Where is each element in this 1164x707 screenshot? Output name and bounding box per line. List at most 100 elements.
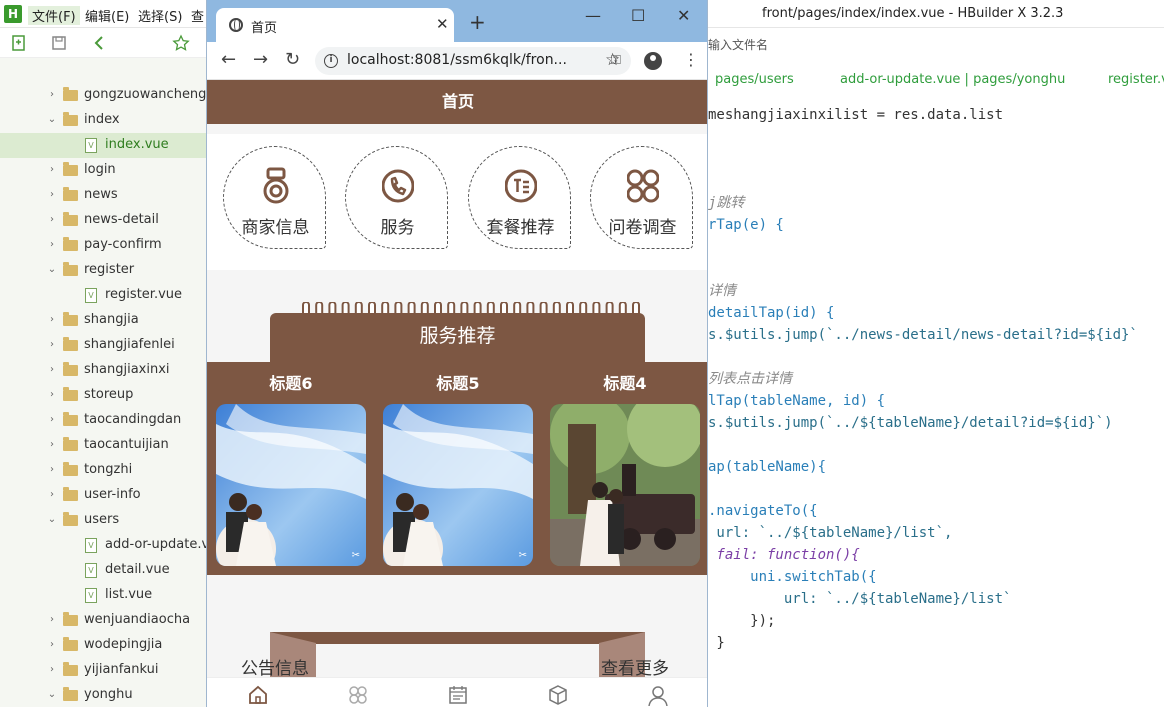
tree-item[interactable]: › taocantuijian xyxy=(0,433,206,458)
menu-edit[interactable]: 编辑(E) xyxy=(85,6,129,25)
bookmark-star-icon[interactable]: ☆ xyxy=(605,50,620,70)
menu-select[interactable]: 选择(S) xyxy=(138,6,182,25)
chevron-right-icon[interactable]: › xyxy=(46,639,58,650)
favorite-star-icon[interactable] xyxy=(172,34,190,52)
menu-file[interactable]: 文件(F) xyxy=(28,6,80,25)
tree-item[interactable]: › wodepingjia xyxy=(0,633,206,658)
chevron-right-icon[interactable]: › xyxy=(46,89,58,100)
phone-icon xyxy=(382,169,414,203)
tree-item[interactable]: Vadd-or-update.vu xyxy=(0,533,206,558)
chevron-right-icon[interactable]: › xyxy=(46,214,58,225)
tree-item[interactable]: › user-info xyxy=(0,483,206,508)
folder-icon xyxy=(63,362,78,376)
card-title[interactable]: 标题6 xyxy=(216,370,366,394)
new-file-icon[interactable] xyxy=(10,34,28,52)
url-text[interactable]: localhost:8081/ssm6kqlk/fron... xyxy=(347,52,567,68)
address-bar[interactable]: i localhost:8081/ssm6kqlk/fron... ⚿ xyxy=(315,47,631,75)
chevron-right-icon[interactable]: › xyxy=(46,414,58,425)
user-icon[interactable] xyxy=(647,684,669,706)
nav-item-survey[interactable]: 问卷调查 xyxy=(590,146,693,249)
tree-item[interactable]: Vlist.vue xyxy=(0,583,206,608)
chevron-right-icon[interactable]: › xyxy=(46,314,58,325)
chevron-right-icon[interactable]: › xyxy=(46,614,58,625)
tree-item[interactable]: › shangjiaxinxi xyxy=(0,358,206,383)
tree-item[interactable]: ⌄ users xyxy=(0,508,206,533)
card-title[interactable]: 标题4 xyxy=(550,370,700,394)
tree-item[interactable]: › news-detail xyxy=(0,208,206,233)
browser-tab[interactable]: 首页 ✕ xyxy=(216,8,454,42)
nav-item-service[interactable]: 服务 xyxy=(345,146,448,249)
tree-item[interactable]: Vregister.vue xyxy=(0,283,206,308)
new-tab-icon[interactable]: + xyxy=(469,12,486,32)
tree-item[interactable]: › news xyxy=(0,183,206,208)
tree-item[interactable]: › yijianfankui xyxy=(0,658,206,683)
tree-item-label: index.vue xyxy=(105,137,169,152)
tree-item-label: taocantuijian xyxy=(84,437,169,452)
forward-arrow-icon[interactable]: → xyxy=(253,50,268,70)
chevron-right-icon[interactable]: › xyxy=(46,389,58,400)
profile-icon[interactable] xyxy=(644,52,662,70)
close-tab-icon[interactable]: ✕ xyxy=(436,15,449,33)
tree-item[interactable]: › taocandingdan xyxy=(0,408,206,433)
chevron-down-icon[interactable]: ⌄ xyxy=(46,264,58,275)
tree-item[interactable]: › storeup xyxy=(0,383,206,408)
tree-item[interactable]: › tongzhi xyxy=(0,458,206,483)
code-line: detailTap(id) { xyxy=(708,305,835,321)
home-icon[interactable] xyxy=(247,684,269,706)
maximize-icon[interactable]: ☐ xyxy=(631,6,645,25)
menu-find[interactable]: 查 xyxy=(191,6,204,25)
tree-item[interactable]: Vdetail.vue xyxy=(0,558,206,583)
code-line: 详情 xyxy=(708,283,736,299)
nav-item-package-recommend[interactable]: 套餐推荐 xyxy=(468,146,571,249)
editor-tab-yonghu[interactable]: add-or-update.vue | pages/yonghu xyxy=(840,72,1065,87)
chevron-right-icon[interactable]: › xyxy=(46,489,58,500)
view-more-link[interactable]: 查看更多 xyxy=(601,654,669,679)
close-window-icon[interactable]: ✕ xyxy=(677,6,690,25)
tree-item[interactable]: › login xyxy=(0,158,206,183)
nav-item-merchant-info[interactable]: 商家信息 xyxy=(223,146,326,249)
editor-tab-register[interactable]: register.v xyxy=(1108,72,1164,87)
chevron-right-icon[interactable]: › xyxy=(46,339,58,350)
card-title[interactable]: 标题5 xyxy=(383,370,533,394)
chevron-right-icon[interactable]: › xyxy=(46,189,58,200)
chevron-down-icon[interactable]: ⌄ xyxy=(46,114,58,125)
tree-item[interactable]: › gongzuowancheng xyxy=(0,83,206,108)
card-image-wedding-veil[interactable]: ✂ xyxy=(216,404,366,566)
back-icon[interactable] xyxy=(91,34,109,52)
tree-item[interactable]: › pay-confirm xyxy=(0,233,206,258)
file-search-input[interactable]: 输入文件名 xyxy=(708,36,768,53)
card-image-wedding-veil[interactable]: ✂ xyxy=(383,404,533,566)
box-icon[interactable] xyxy=(547,684,569,706)
tree-item-label: users xyxy=(84,512,120,527)
chevron-down-icon[interactable]: ⌄ xyxy=(46,514,58,525)
tree-item[interactable]: ⌄ yonghu xyxy=(0,683,206,707)
tree-item-label: wenjuandiaocha xyxy=(84,612,191,627)
code-line: .navigateTo({ xyxy=(708,503,818,519)
chevron-right-icon[interactable]: › xyxy=(46,664,58,675)
tree-item[interactable]: Vindex.vue xyxy=(0,133,206,158)
chevron-right-icon[interactable]: › xyxy=(46,239,58,250)
minimize-icon[interactable]: — xyxy=(585,6,601,25)
save-icon[interactable] xyxy=(50,34,68,52)
chevron-right-icon[interactable]: › xyxy=(46,364,58,375)
calendar-icon[interactable] xyxy=(447,684,469,706)
editor-tab-users[interactable]: pages/users xyxy=(715,72,794,87)
chevron-down-icon[interactable]: ⌄ xyxy=(46,689,58,700)
card-image-wedding-train[interactable] xyxy=(550,404,700,566)
browser-menu-icon[interactable]: ⋮ xyxy=(683,50,699,69)
chevron-right-icon[interactable]: › xyxy=(46,464,58,475)
back-arrow-icon[interactable]: ← xyxy=(221,50,236,70)
category-icon[interactable] xyxy=(347,684,369,706)
site-info-icon[interactable]: i xyxy=(324,54,338,68)
tree-item[interactable]: ⌄ register xyxy=(0,258,206,283)
tree-item[interactable]: › shangjia xyxy=(0,308,206,333)
code-editor[interactable]: meshangjiaxinxilist = res.data.list j跳转 rT… xyxy=(708,100,1164,707)
tree-item-label: wodepingjia xyxy=(84,637,163,652)
tree-item[interactable]: › shangjiafenlei xyxy=(0,333,206,358)
chevron-right-icon[interactable]: › xyxy=(46,439,58,450)
reload-icon[interactable]: ↻ xyxy=(285,50,300,70)
tree-item[interactable]: ⌄ index xyxy=(0,108,206,133)
tree-item[interactable]: › wenjuandiaocha xyxy=(0,608,206,633)
chevron-right-icon[interactable]: › xyxy=(46,164,58,175)
code-line: ap(tableName){ xyxy=(708,459,827,475)
